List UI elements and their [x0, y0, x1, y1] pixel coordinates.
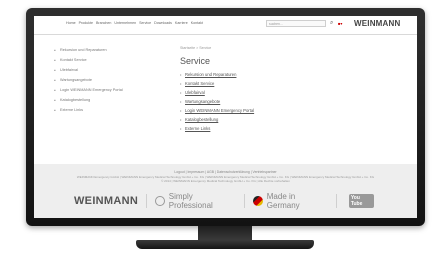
sidebar-item[interactable]: Wartungsangebote: [54, 78, 144, 83]
sidebar-item[interactable]: Katalogbestellung: [54, 98, 144, 103]
divider: [244, 194, 246, 208]
footer-copyright: © 2014 | WEINMANN Emergency Medical Tech…: [161, 179, 290, 183]
nav-service[interactable]: Service: [139, 21, 151, 25]
youtube-icon[interactable]: You Tube: [348, 194, 375, 208]
service-link[interactable]: Ulebfairval: [180, 90, 380, 95]
service-link[interactable]: Rekursion und Reparaturen: [180, 72, 380, 77]
footer: Logout | Impressum | AGB | Datenschutzer…: [34, 164, 417, 218]
made-in-germany: Made in Germany: [253, 192, 328, 210]
made-in-text: Made in Germany: [266, 192, 300, 210]
nav-branchen[interactable]: Branchen: [96, 21, 111, 25]
breadcrumb[interactable]: Startseite > Service: [180, 46, 380, 50]
nav-kontakt[interactable]: Kontakt: [191, 21, 203, 25]
sidebar-item[interactable]: Kontakt Service: [54, 58, 144, 63]
simply-professional: Simply Professional: [155, 192, 236, 210]
language-flag-icon[interactable]: ■▾: [338, 21, 346, 26]
divider: [335, 194, 337, 208]
nav-unternehmen[interactable]: Unternehmen: [114, 21, 136, 25]
germany-flag-icon: [253, 196, 263, 206]
service-link[interactable]: Login WEINMANN Emergency Portal: [180, 108, 380, 113]
footer-links[interactable]: Logout | Impressum | AGB | Datenschutzer…: [34, 170, 417, 174]
footer-brand-logo: WEINMANN: [74, 195, 139, 207]
nav-links: Home Produkte Branchen Unternehmen Servi…: [66, 21, 203, 25]
sidebar-item[interactable]: Rekursion und Reparaturen: [54, 48, 144, 53]
top-navigation: Home Produkte Branchen Unternehmen Servi…: [34, 16, 417, 35]
sidebar-item[interactable]: Ulebfairval: [54, 68, 144, 73]
monitor-bezel: Home Produkte Branchen Unternehmen Servi…: [26, 8, 425, 226]
professional-icon: [155, 196, 165, 206]
sidebar-item[interactable]: Login WEINMANN Emergency Portal: [54, 88, 144, 93]
divider: [146, 194, 148, 208]
sidebar: Rekursion und Reparaturen Kontakt Servic…: [54, 48, 144, 118]
brand-logo[interactable]: WEINMANN: [354, 19, 400, 28]
monitor: Home Produkte Branchen Unternehmen Servi…: [26, 8, 425, 250]
service-link[interactable]: Katalogbestellung: [180, 117, 380, 122]
screen: Home Produkte Branchen Unternehmen Servi…: [34, 16, 417, 218]
page-title: Service: [180, 56, 211, 66]
main-content: Startseite > Service Service Rekursion u…: [180, 46, 380, 135]
search-icon[interactable]: ⌕: [330, 20, 337, 27]
monitor-stand-base: [136, 240, 314, 249]
service-link[interactable]: Kontakt Service: [180, 81, 380, 86]
nav-downloads[interactable]: Downloads: [154, 21, 172, 25]
monitor-stand-neck: [198, 226, 252, 240]
sidebar-item[interactable]: Externe Links: [54, 108, 144, 113]
nav-karriere[interactable]: Karriere: [175, 21, 188, 25]
nav-home[interactable]: Home: [66, 21, 76, 25]
service-link[interactable]: Wartungsangebote: [180, 99, 380, 104]
footer-brand-row: WEINMANN Simply Professional Made in Ger…: [74, 192, 375, 210]
service-link[interactable]: Externe Links: [180, 126, 380, 131]
nav-produkte[interactable]: Produkte: [79, 21, 93, 25]
search-input[interactable]: suchen...: [266, 20, 326, 27]
tagline-text: Simply Professional: [168, 192, 213, 210]
